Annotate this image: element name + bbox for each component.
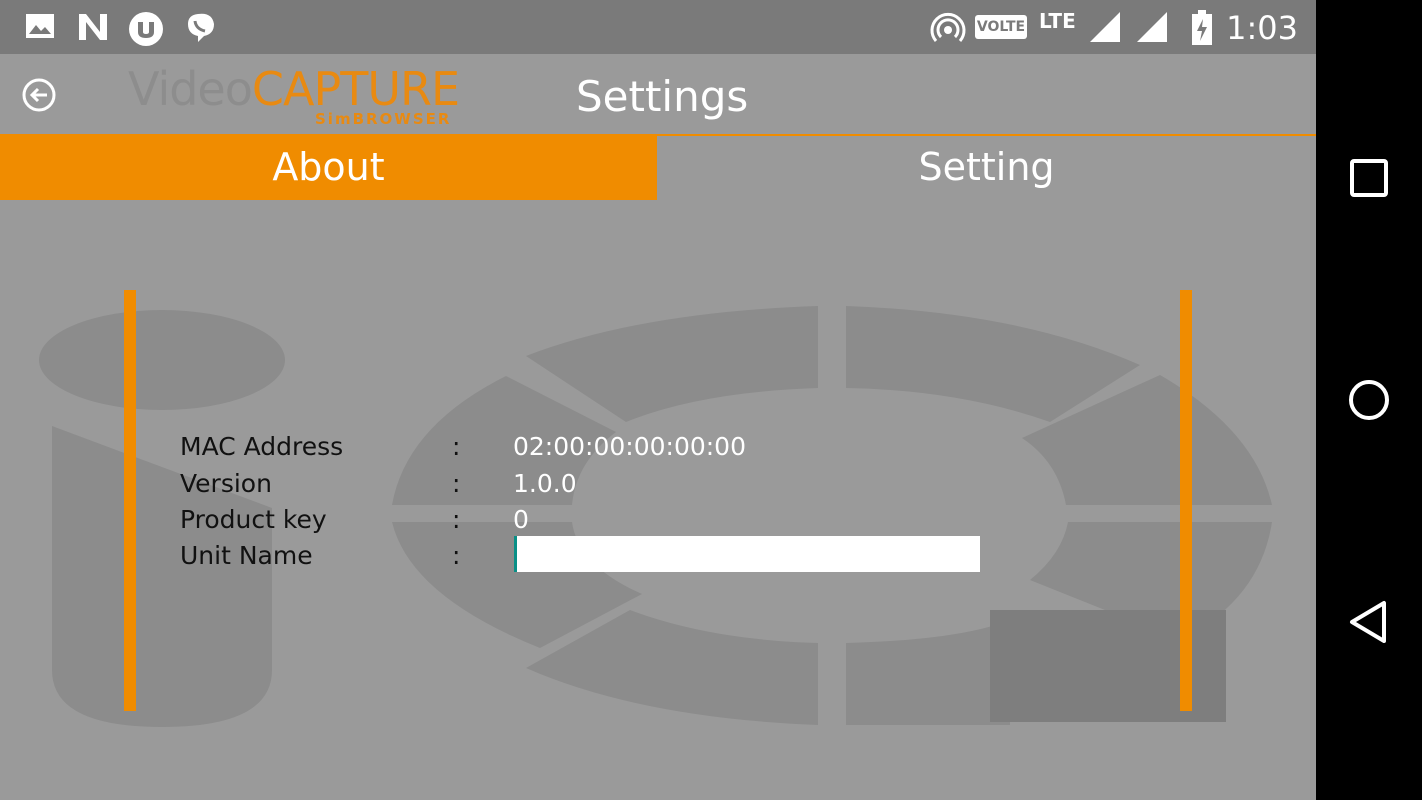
- version-value: 1.0.0: [513, 469, 577, 498]
- watermark-logo: [39, 306, 1272, 727]
- viber-icon: [188, 13, 214, 42]
- hotspot-icon: [930, 12, 966, 42]
- product-key-separator: :: [452, 505, 461, 534]
- network-type-label: LTE: [1039, 9, 1076, 33]
- unit-name-input[interactable]: [514, 536, 980, 572]
- image-icon: [26, 14, 54, 38]
- app-logo: VideoCAPTURE: [128, 62, 460, 116]
- left-accent-bar: [124, 290, 136, 711]
- product-key-value: 0: [513, 505, 529, 534]
- recents-square-icon[interactable]: [1346, 155, 1392, 201]
- home-circle-icon[interactable]: [1346, 377, 1392, 423]
- version-label: Version: [180, 469, 272, 498]
- logo-subtitle: SimBROWSER: [315, 110, 452, 128]
- clock-time: 1:03: [1226, 9, 1298, 47]
- logo-video-text: Video: [128, 62, 253, 116]
- system-nav-bar: [1316, 0, 1422, 800]
- unit-name-label: Unit Name: [180, 541, 313, 570]
- mac-address-label: MAC Address: [180, 432, 344, 461]
- volte-icon: VOLTE: [975, 15, 1027, 39]
- back-arrow-icon[interactable]: [20, 76, 58, 114]
- unit-name-separator: :: [452, 541, 461, 570]
- tab-about[interactable]: About: [0, 136, 657, 200]
- page-title: Settings: [576, 72, 749, 121]
- battery-charging-icon: [1192, 10, 1212, 45]
- back-triangle-icon[interactable]: [1346, 599, 1392, 645]
- signal-icon: [1090, 12, 1120, 42]
- status-bar: VOLTE LTE 1:03: [0, 0, 1316, 54]
- mac-address-value: 02:00:00:00:00:00: [513, 432, 746, 461]
- n-app-icon: [79, 14, 107, 40]
- mac-address-separator: :: [452, 432, 461, 461]
- utorrent-icon: [129, 12, 163, 46]
- version-separator: :: [452, 469, 461, 498]
- tab-setting[interactable]: Setting: [657, 136, 1316, 200]
- product-key-label: Product key: [180, 505, 327, 534]
- app-bar: VideoCAPTURE SimBROWSER Settings: [0, 54, 1316, 136]
- signal-icon: [1137, 12, 1167, 42]
- logo-capture-text: CAPTURE: [251, 62, 460, 116]
- right-accent-bar: [1180, 290, 1192, 711]
